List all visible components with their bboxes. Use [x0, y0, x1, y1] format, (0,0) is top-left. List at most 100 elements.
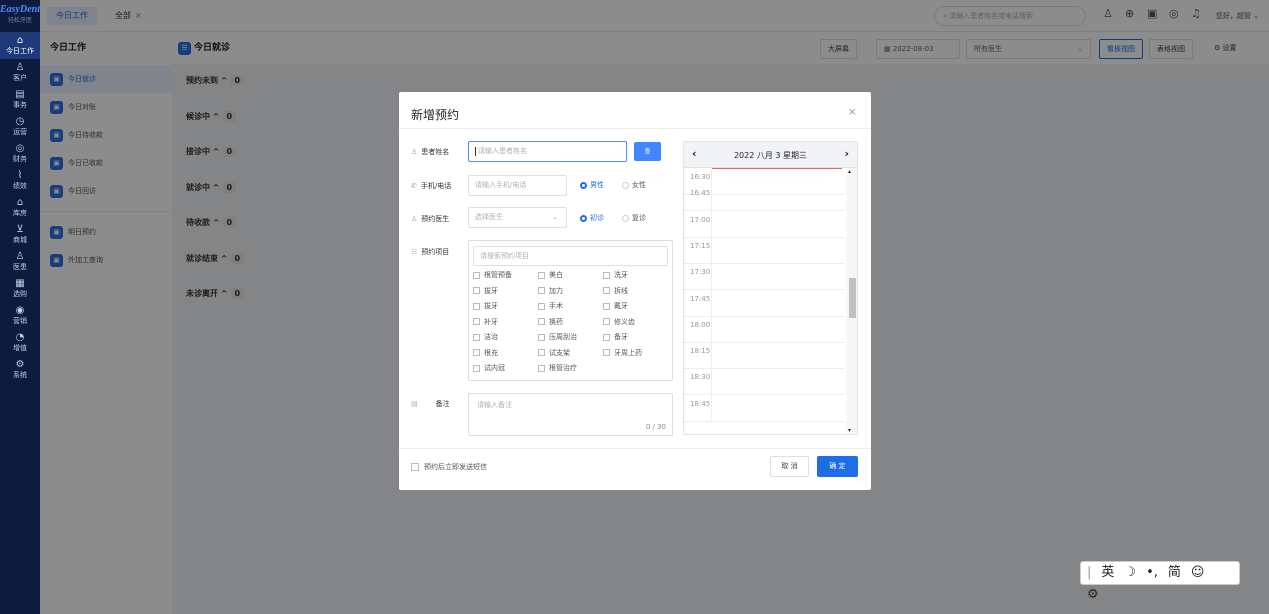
phone-label-text: 手机/电话	[420, 182, 452, 190]
project-checkbox[interactable]: 洁治	[473, 332, 498, 342]
first-visit-label: 初诊	[590, 214, 604, 222]
chevron-right-icon[interactable]: ›	[844, 147, 849, 160]
scroll-thumb[interactable]	[849, 278, 856, 318]
radio-dot	[580, 181, 587, 189]
nav-item-6[interactable]: ⌂ 库房	[0, 194, 40, 221]
project-checkbox[interactable]: 拔牙	[473, 301, 498, 311]
time-divider	[711, 211, 712, 238]
patient-name-label-text: 患者姓名	[421, 148, 450, 156]
nav-item-1[interactable]: ♙ 客户	[0, 59, 40, 86]
nav-item-7[interactable]: ⊻ 商城	[0, 221, 40, 248]
nav-item-3[interactable]: ◷ 运营	[0, 113, 40, 140]
finance-icon: ◎	[15, 143, 25, 154]
customer-icon: ♙	[15, 62, 25, 73]
patient-name-input[interactable]: 请输入患者姓名	[468, 141, 627, 162]
nav-item-5[interactable]: ⌇ 绩效	[0, 167, 40, 194]
nav-item-0[interactable]: ⌂ 今日工作	[0, 32, 40, 59]
performance-icon: ⌇	[17, 170, 23, 181]
project-checkbox[interactable]: 戴牙	[603, 301, 628, 311]
ime-button[interactable]: •,	[1146, 565, 1158, 580]
nav-label: 运营	[13, 128, 27, 136]
patient-search-button[interactable]: 查	[634, 142, 661, 161]
project-checkbox[interactable]: 拔牙	[473, 286, 498, 296]
new-appointment-modal: 新增预约 × ♙ 患者姓名 请输入患者姓名 查 ✆ 手机/电话 请输入手机/电话 男…	[399, 92, 871, 490]
first-visit-radio[interactable]: 初诊	[580, 213, 604, 223]
time-slot[interactable]: 18:00	[684, 316, 845, 343]
close-icon[interactable]: ×	[848, 105, 857, 118]
checkbox-box	[473, 287, 480, 294]
project-checkbox[interactable]: 备牙	[603, 332, 628, 342]
calendar-scrollbar[interactable]: ▴ ▾	[846, 168, 857, 434]
time-slot[interactable]: 18:15	[684, 343, 845, 370]
nav-item-9[interactable]: ▦ 选购	[0, 275, 40, 302]
confirm-button[interactable]: 确 定	[817, 456, 858, 477]
project-checkbox[interactable]: 加力	[538, 286, 563, 296]
project-label: 拆线	[614, 286, 628, 295]
nav-item-2[interactable]: ▤ 事务	[0, 86, 40, 113]
revisit-label: 复诊	[632, 214, 646, 222]
project-checkbox[interactable]: 牙周上药	[603, 348, 642, 358]
project-checkbox[interactable]: 洗牙	[603, 270, 628, 280]
project-checkbox[interactable]: 根充	[473, 348, 498, 358]
send-sms-checkbox[interactable]: 预约后立即发送短信	[411, 462, 487, 472]
project-checkbox[interactable]: 根管预备	[473, 270, 512, 280]
checkbox-box	[538, 349, 545, 356]
project-checkbox[interactable]: 根管治疗	[538, 363, 577, 373]
radio-dot	[622, 214, 629, 222]
project-checkbox[interactable]: 修义齿	[603, 317, 635, 327]
nav-item-8[interactable]: ♙ 医患	[0, 248, 40, 275]
cancel-button[interactable]: 取 消	[770, 456, 809, 477]
ime-button[interactable]: ☽	[1124, 565, 1136, 580]
checkbox-box	[473, 318, 480, 325]
scroll-up-icon[interactable]: ▴	[848, 168, 851, 175]
project-label: 戴牙	[614, 302, 628, 310]
modal-footer-divider	[399, 448, 871, 449]
nav-item-12[interactable]: ⚙ 系统	[0, 356, 40, 383]
gender-male-radio[interactable]: 男性	[580, 180, 604, 190]
phone-input[interactable]: 请输入手机/电话	[468, 175, 567, 196]
time-slot[interactable]: 17:00	[684, 211, 845, 238]
value-added-icon: ◔	[15, 332, 25, 343]
home-icon: ⌂	[16, 35, 24, 46]
ime-button[interactable]: ☺	[1191, 565, 1205, 580]
ime-button[interactable]: ⚙	[1087, 587, 1099, 602]
time-slot[interactable]: 17:30	[684, 264, 845, 291]
time-slot[interactable]: 18:30	[684, 369, 845, 396]
nav-item-11[interactable]: ◔ 增值	[0, 329, 40, 356]
gender-female-radio[interactable]: 女性	[622, 180, 646, 190]
time-slot[interactable]: 16:45	[684, 185, 845, 212]
project-checkbox[interactable]: 压周刮治	[538, 332, 577, 342]
checkbox-box	[411, 463, 419, 471]
ime-button[interactable]: 简	[1168, 565, 1181, 580]
nav-item-10[interactable]: ◉ 营销	[0, 302, 40, 329]
project-label: 试内冠	[484, 364, 505, 372]
project-search-input[interactable]: 请搜索预约项目	[473, 246, 668, 266]
revisit-radio[interactable]: 复诊	[622, 213, 646, 223]
checkbox-box	[603, 318, 610, 325]
project-checkbox[interactable]: 拆线	[603, 286, 628, 296]
project-checkbox[interactable]: 美白	[538, 270, 563, 280]
project-label: 牙周上药	[614, 348, 642, 357]
male-label: 男性	[590, 181, 604, 189]
nav-item-4[interactable]: ◎ 财务	[0, 140, 40, 167]
patient-name-label: ♙ 患者姓名	[411, 147, 449, 157]
brand-logo: EasyDent 轻松牙医	[0, 0, 40, 32]
checkbox-box	[603, 349, 610, 356]
time-slot[interactable]: 18:45	[684, 395, 845, 422]
doctor-select[interactable]: 选择医生 ⌄	[468, 207, 567, 228]
time-divider	[711, 185, 712, 212]
time-slot[interactable]: 17:15	[684, 237, 845, 264]
project-checkbox[interactable]: 补牙	[473, 317, 498, 327]
modal-divider	[399, 128, 871, 129]
doctor-label-text: 预约医生	[421, 215, 450, 223]
note-textarea[interactable]: 请输入备注 0 / 30	[468, 393, 673, 436]
project-checkbox[interactable]: 手术	[538, 301, 563, 311]
ime-handle-icon[interactable]: |	[1087, 565, 1091, 580]
project-checkbox[interactable]: 试支架	[538, 348, 570, 358]
project-checkbox[interactable]: 换药	[538, 317, 563, 327]
ime-button[interactable]: 英	[1101, 565, 1114, 580]
project-label: 洁治	[484, 333, 498, 341]
scroll-down-icon[interactable]: ▾	[848, 427, 851, 434]
project-checkbox[interactable]: 试内冠	[473, 363, 505, 373]
time-slot[interactable]: 17:45	[684, 290, 845, 317]
